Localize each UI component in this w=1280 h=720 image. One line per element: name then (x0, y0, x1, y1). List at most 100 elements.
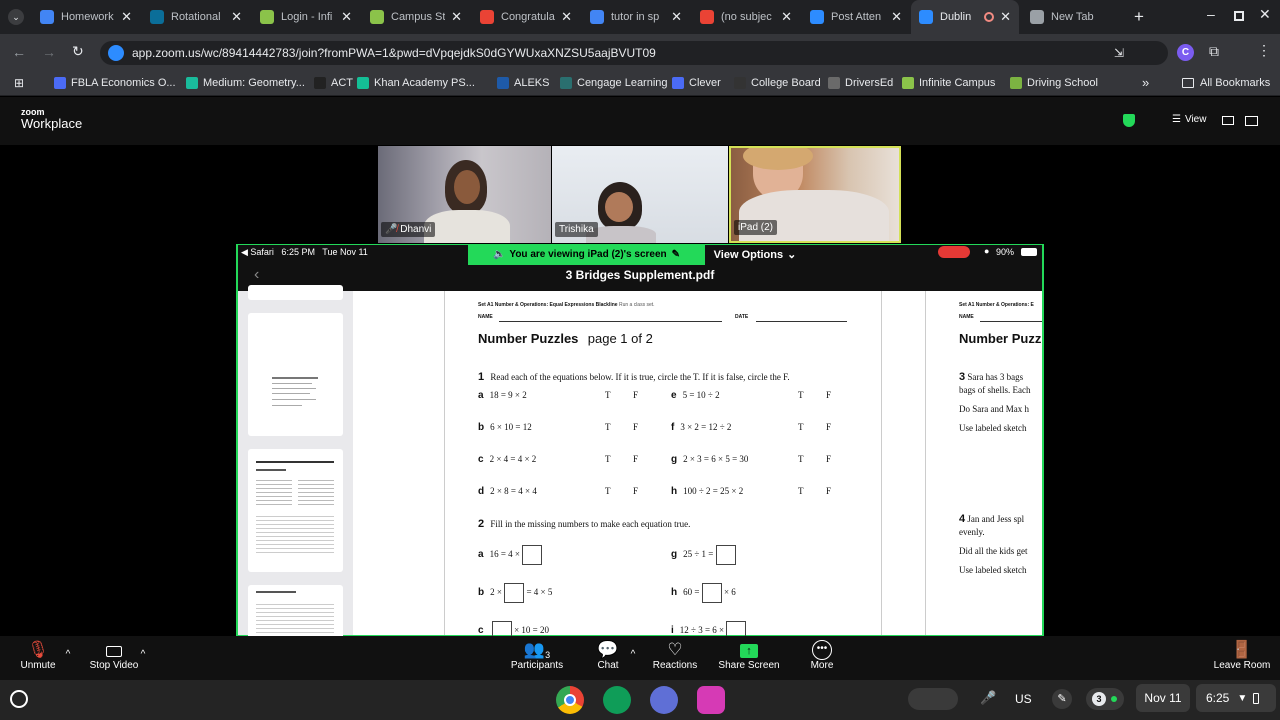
reactions-button[interactable]: ♡ Reactions (648, 636, 702, 680)
browser-tab[interactable]: Homework ✕ (32, 0, 140, 34)
leave-room-button[interactable]: 🚪 Leave Room (1208, 636, 1276, 680)
bookmark-item[interactable]: Cengage Learning (560, 77, 668, 89)
tray-thumbnails[interactable] (908, 688, 958, 710)
item-letter: f (671, 422, 675, 433)
new-tab-button[interactable]: + (1134, 7, 1144, 27)
all-bookmarks-button[interactable]: All Bookmarks (1182, 77, 1270, 89)
extensions-icon[interactable]: ⧉ (1209, 43, 1219, 60)
close-tab-icon[interactable]: ✕ (341, 9, 352, 25)
bookmark-item[interactable]: Clever (672, 77, 721, 89)
video-options-caret[interactable]: ^ (137, 636, 149, 680)
canvas-app-icon[interactable] (697, 686, 725, 714)
browser-tab[interactable]: New Tab (1022, 0, 1130, 34)
participants-button[interactable]: 👥 3 Participants (506, 636, 568, 680)
bookmark-item[interactable]: Khan Academy PS... (357, 77, 475, 89)
close-tab-icon[interactable]: ✕ (231, 9, 242, 25)
bookmark-item[interactable]: ACT (314, 77, 353, 89)
encryption-shield-icon[interactable] (1123, 114, 1135, 127)
close-tab-icon[interactable]: ✕ (561, 9, 572, 25)
answer-box[interactable] (504, 583, 525, 603)
item-letter: h (671, 587, 678, 599)
bookmark-item[interactable]: College Board (734, 77, 821, 89)
shelf-date[interactable]: Nov 11 (1136, 684, 1190, 712)
browser-tab[interactable]: tutor in sp ✕ (582, 0, 690, 34)
chrome-app-icon[interactable] (556, 686, 584, 714)
pdf-thumbnail[interactable] (248, 449, 343, 572)
minimize-button[interactable]: – (1207, 6, 1215, 22)
bookmark-item[interactable]: ALEKS (497, 77, 549, 89)
answer-box[interactable] (701, 583, 722, 603)
participant-shirt (424, 210, 510, 243)
item-letter: h (671, 486, 678, 497)
browser-tab[interactable]: (no subjec ✕ (692, 0, 800, 34)
bookmark-item[interactable]: Infinite Campus (902, 77, 995, 89)
forward-arrow-icon[interactable]: → (42, 44, 56, 60)
fullscreen-icon[interactable] (1245, 116, 1258, 126)
pdf-header-note: Run a class set. (618, 302, 655, 308)
equation-before: 60 = (683, 587, 700, 598)
close-tab-icon[interactable]: ✕ (451, 9, 462, 25)
maximize-button[interactable] (1234, 11, 1244, 21)
bookmarks-overflow-icon[interactable]: » (1142, 75, 1149, 90)
menu-kebab-icon[interactable]: ⋮ (1257, 42, 1271, 59)
more-button[interactable]: ••• More (800, 636, 844, 680)
input-language[interactable]: US (1015, 692, 1032, 706)
classroom-app-icon[interactable] (603, 686, 631, 714)
close-tab-icon[interactable]: ✕ (1000, 9, 1011, 25)
video-tile-ipad[interactable]: iPad (2) (729, 146, 901, 243)
share-screen-button[interactable]: ↑ Share Screen (714, 636, 784, 680)
bookmark-item[interactable]: Medium: Geometry... (186, 77, 305, 89)
address-bar[interactable]: app.zoom.us/wc/89414442783/join?fromPWA=… (100, 41, 1168, 65)
launcher-icon[interactable] (10, 690, 28, 708)
pip-icon[interactable] (1222, 116, 1234, 125)
stop-video-button[interactable]: Stop Video (84, 636, 144, 680)
apps-grid-icon[interactable]: ⊞ (14, 76, 24, 90)
campus-icon (370, 10, 384, 24)
browser-tab[interactable]: Rotational ✕ (142, 0, 250, 34)
annotate-pen-icon[interactable]: ✎ (672, 249, 680, 260)
gmail-icon (700, 10, 714, 24)
settings-app-icon[interactable] (650, 686, 678, 714)
close-tab-icon[interactable]: ✕ (891, 9, 902, 25)
video-tile-trishika[interactable]: Trishika (552, 146, 728, 243)
answer-box[interactable] (522, 545, 543, 565)
view-button[interactable]: ☰ View (1172, 114, 1206, 125)
audio-options-caret[interactable]: ^ (62, 636, 74, 680)
video-tile-dhanvi[interactable]: 🎤̸ Dhanvi (378, 146, 551, 243)
participant-nametag: 🎤̸ Dhanvi (381, 222, 436, 237)
pdf-thumbnail[interactable] (248, 313, 343, 436)
browser-tab[interactable]: Congratula ✕ (472, 0, 580, 34)
close-window-button[interactable]: ✕ (1259, 6, 1271, 23)
equation-before: 12 ÷ 3 = 6 × (679, 625, 725, 636)
reload-icon[interactable]: ↻ (72, 43, 84, 60)
bookmark-item[interactable]: FBLA Economics O... (54, 77, 176, 89)
answer-box[interactable] (715, 545, 736, 565)
system-tray[interactable]: 6:25 ▼ (1196, 684, 1276, 712)
notification-pill[interactable]: 3 (1086, 688, 1124, 710)
stylus-icon[interactable]: ✎ (1052, 689, 1072, 709)
chat-options-caret[interactable]: ^ (627, 636, 639, 680)
browser-tab[interactable]: Post Atten ✕ (802, 0, 910, 34)
pdf-thumbnail[interactable] (248, 285, 343, 300)
bookmark-label: DriversEd (845, 77, 894, 89)
bookmark-item[interactable]: Driving School (1010, 77, 1098, 89)
back-arrow-icon[interactable]: ← (12, 44, 26, 60)
browser-tab[interactable]: Login - Infi ✕ (252, 0, 360, 34)
equation-after: × 6 (723, 587, 736, 598)
mic-icon[interactable]: 🎤 (980, 690, 996, 706)
view-options-button[interactable]: View Options ⌄ (705, 244, 805, 265)
close-tab-icon[interactable]: ✕ (781, 9, 792, 25)
profile-avatar[interactable]: C (1177, 44, 1194, 61)
tab-title: Congratula (501, 11, 555, 23)
bookmark-item[interactable]: DriversEd (828, 77, 893, 89)
true-option: T (605, 422, 611, 432)
unmute-button[interactable]: 🎙 Unmute (14, 636, 62, 680)
equation: 18 = 9 × 2 (489, 390, 527, 400)
chat-button[interactable]: 💬 Chat (588, 636, 628, 680)
tab-search-icon[interactable]: ⌄ (8, 9, 24, 25)
install-app-icon[interactable]: ⇲ (1114, 46, 1124, 60)
close-tab-icon[interactable]: ✕ (671, 9, 682, 25)
browser-tab[interactable]: Campus St ✕ (362, 0, 470, 34)
browser-tab[interactable]: Dublin ✕ (911, 0, 1019, 34)
close-tab-icon[interactable]: ✕ (121, 9, 132, 25)
